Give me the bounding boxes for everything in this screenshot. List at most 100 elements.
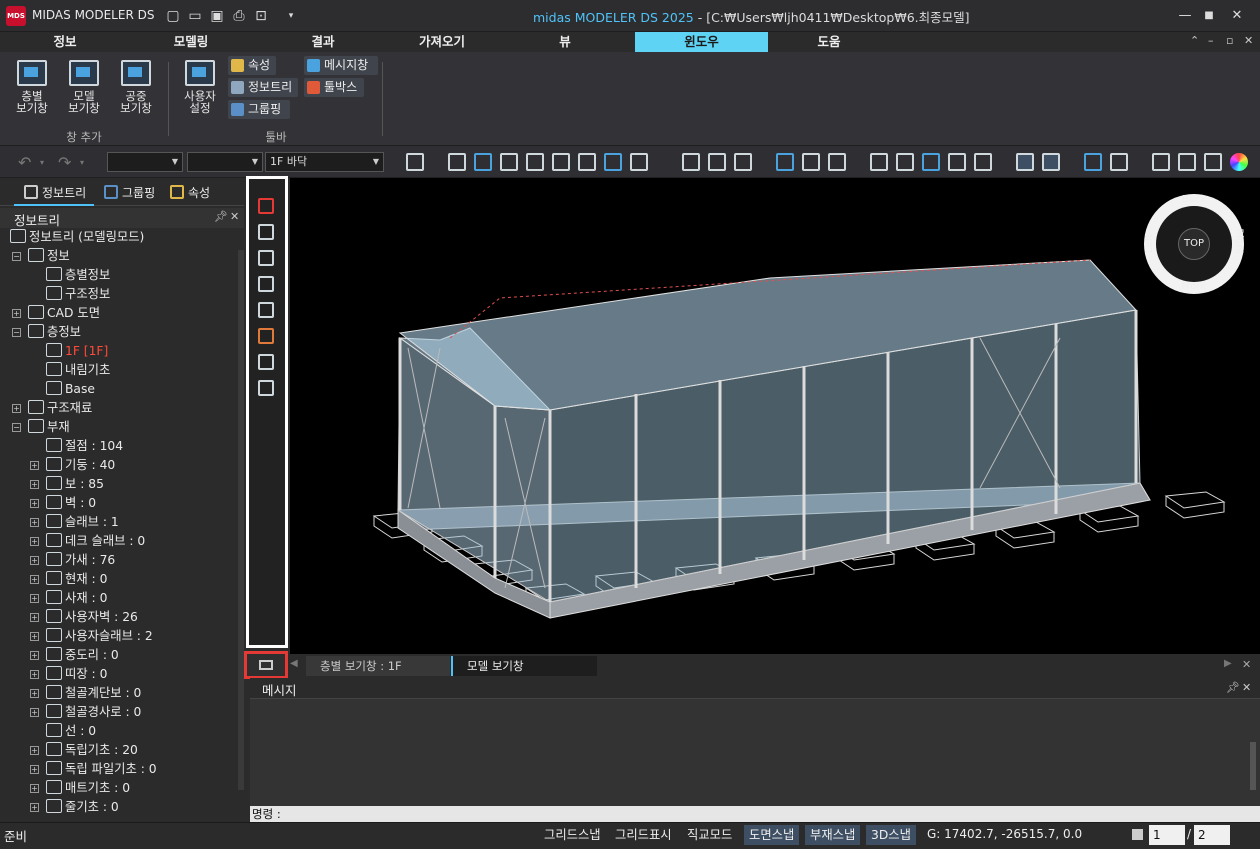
- tree-item[interactable]: + 띠장 : 0: [30, 665, 107, 684]
- expand-icon[interactable]: +: [30, 708, 39, 717]
- maximize-button[interactable]: ■: [1198, 6, 1220, 26]
- tree-item[interactable]: 층별정보: [46, 266, 110, 285]
- toolbox-toggle-button[interactable]: [244, 651, 288, 679]
- ribbon-collapse-icon[interactable]: ⌃: [1190, 34, 1199, 47]
- member-snap-toggle[interactable]: 부재스냅: [805, 825, 861, 845]
- tab-property[interactable]: 속성: [168, 184, 210, 201]
- 3d-snap-toggle[interactable]: 3D스냅: [866, 825, 916, 845]
- page-total-input[interactable]: 2: [1194, 825, 1230, 845]
- expand-icon[interactable]: +: [12, 404, 21, 413]
- tree-item[interactable]: + 독립 파일기초 : 0: [30, 760, 157, 779]
- select-level-icon[interactable]: [734, 153, 752, 171]
- type-combo[interactable]: ▼: [187, 152, 263, 172]
- mirror-icon[interactable]: [974, 153, 992, 171]
- grid-snap-toggle[interactable]: 그리드스냅: [539, 825, 606, 845]
- tree-item[interactable]: Base: [46, 380, 95, 399]
- select-frame-icon[interactable]: [258, 250, 274, 266]
- view-elev-icon[interactable]: [1042, 153, 1060, 171]
- tree-item[interactable]: + 보 : 85: [30, 475, 104, 494]
- expand-icon[interactable]: +: [30, 499, 39, 508]
- expand-icon[interactable]: +: [30, 613, 39, 622]
- aerial-view-window-button[interactable]: 공중 보기창: [112, 58, 160, 114]
- view-left-button[interactable]: Left: [1144, 234, 1155, 253]
- delete-member-icon[interactable]: [258, 198, 274, 214]
- page-stop-icon[interactable]: [1132, 829, 1143, 840]
- cursor-arrow-icon[interactable]: [258, 276, 274, 292]
- tree-item[interactable]: 내림기초: [46, 361, 110, 380]
- tree-item[interactable]: + 중도리 : 0: [30, 646, 119, 665]
- tree-item[interactable]: + 철골계단보 : 0: [30, 684, 141, 703]
- menu-results[interactable]: 결과: [262, 32, 384, 52]
- floor-view-window-button[interactable]: 층별 보기창: [8, 58, 56, 114]
- expand-icon[interactable]: +: [30, 575, 39, 584]
- tree-item[interactable]: + 줄기초 : 0: [30, 798, 119, 817]
- message-close-icon[interactable]: ✕: [1242, 681, 1251, 694]
- property-view-icon[interactable]: [258, 224, 274, 240]
- grid-display-toggle[interactable]: 그리드표시: [610, 825, 677, 845]
- drawing-snap-toggle[interactable]: 도면스냅: [744, 825, 800, 845]
- tree-item[interactable]: + CAD 도면: [12, 304, 100, 323]
- tree-item[interactable]: + 독립기초 : 20: [30, 741, 138, 760]
- perspective-icon[interactable]: [1152, 153, 1170, 171]
- collapse-icon[interactable]: −: [12, 423, 21, 432]
- menu-view[interactable]: 뷰: [504, 32, 626, 52]
- tree-scrollbar[interactable]: [238, 250, 244, 790]
- expand-icon[interactable]: +: [30, 556, 39, 565]
- save-icon[interactable]: ▣: [208, 7, 226, 25]
- menu-info[interactable]: 정보: [0, 32, 130, 52]
- info-tree-toolbar-button[interactable]: 정보트리: [228, 78, 298, 97]
- layer-combo[interactable]: ▼: [107, 152, 183, 172]
- tree-item[interactable]: + 벽 : 0: [30, 494, 96, 513]
- expand-icon[interactable]: +: [12, 309, 21, 318]
- cad-icon[interactable]: [406, 153, 424, 171]
- tree-item[interactable]: + 슬래브 : 1: [30, 513, 119, 532]
- select-icon[interactable]: [448, 153, 466, 171]
- tree-item[interactable]: 구조정보: [46, 285, 110, 304]
- select-member-icon[interactable]: [500, 153, 518, 171]
- expand-icon[interactable]: +: [30, 746, 39, 755]
- page-current-input[interactable]: 1: [1149, 825, 1185, 845]
- select-box-icon[interactable]: [474, 153, 492, 171]
- tab-grouping[interactable]: 그룹핑: [102, 184, 155, 201]
- tree-item[interactable]: + 현재 : 0: [30, 570, 107, 589]
- tree-item[interactable]: 절점 : 104: [46, 437, 123, 456]
- tab-scroll-right-icon[interactable]: ▶: [1224, 658, 1232, 669]
- split-h-icon[interactable]: [1084, 153, 1102, 171]
- model-viewport[interactable]: TOP Back Front Left Right: [290, 178, 1260, 654]
- command-line[interactable]: 명령 :: [250, 806, 1260, 822]
- transform-icon[interactable]: [258, 354, 274, 370]
- grouping-toolbar-button[interactable]: 그룹핑: [228, 100, 290, 119]
- expand-icon[interactable]: +: [30, 480, 39, 489]
- view-right-button[interactable]: Right: [1234, 228, 1245, 254]
- scale-icon[interactable]: [948, 153, 966, 171]
- menu-help[interactable]: 도움: [768, 32, 890, 52]
- tree-item[interactable]: + 기둥 : 40: [30, 456, 115, 475]
- message-window-toolbar-button[interactable]: 메시지창: [304, 56, 378, 75]
- tab-model-view[interactable]: 모델 보기창: [451, 656, 597, 676]
- tree-item[interactable]: + 사용자슬래브 : 2: [30, 627, 153, 646]
- tree-item[interactable]: − 정보: [12, 247, 70, 266]
- tree-item[interactable]: + 데크 슬래브 : 0: [30, 532, 145, 551]
- color-wheel-icon[interactable]: [1230, 153, 1248, 171]
- expand-icon[interactable]: +: [30, 689, 39, 698]
- toolbox-toolbar-button[interactable]: 툴박스: [304, 78, 364, 97]
- tab-info-tree[interactable]: 정보트리: [22, 184, 86, 201]
- cursor-select-icon[interactable]: [682, 153, 700, 171]
- view-close-icon[interactable]: ✕: [1242, 658, 1251, 671]
- split-v-icon[interactable]: [1110, 153, 1128, 171]
- menu-modeling[interactable]: 모델링: [130, 32, 252, 52]
- view-front-button[interactable]: Front: [1174, 281, 1214, 292]
- panel-close-icon[interactable]: ✕: [230, 210, 239, 223]
- view-top-button[interactable]: TOP: [1178, 228, 1210, 260]
- expand-icon[interactable]: +: [30, 670, 39, 679]
- expand-icon[interactable]: +: [30, 461, 39, 470]
- select-filter-icon[interactable]: [630, 153, 648, 171]
- tab-floor-view[interactable]: 층별 보기창 : 1F: [306, 656, 450, 676]
- message-pin-icon[interactable]: 📌︎: [1226, 681, 1240, 694]
- tree-item[interactable]: + 철골경사로 : 0: [30, 703, 141, 722]
- doc-restore-icon[interactable]: ▫: [1226, 34, 1233, 47]
- cursor-add-icon[interactable]: [708, 153, 726, 171]
- select-all-icon[interactable]: [604, 153, 622, 171]
- export-view-icon[interactable]: [258, 380, 274, 396]
- expand-icon[interactable]: +: [30, 803, 39, 812]
